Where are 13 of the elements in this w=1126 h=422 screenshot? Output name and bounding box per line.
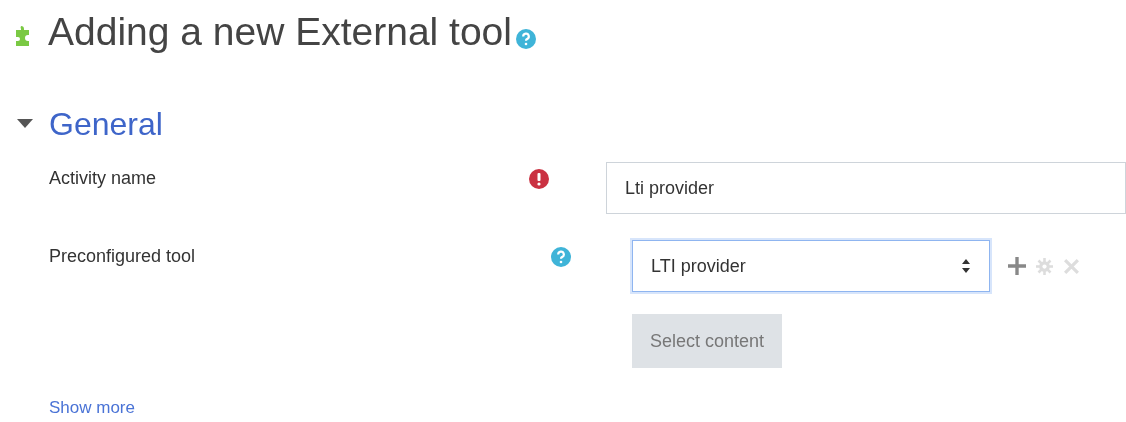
field-label: Activity name <box>48 167 158 189</box>
page-title: Adding a new External tool <box>48 10 512 54</box>
help-icon[interactable] <box>515 29 536 49</box>
section-title[interactable]: General <box>49 105 163 143</box>
help-icon[interactable] <box>551 247 571 267</box>
activity-name-field[interactable]: Lti provider <box>606 162 1126 214</box>
add-icon[interactable] <box>1008 257 1026 275</box>
show-more-link[interactable]: Show more <box>49 398 135 418</box>
caret-icon[interactable] <box>16 119 34 129</box>
dropdown-arrows-icon <box>961 258 971 274</box>
tool-select[interactable]: LTI provider <box>632 240 990 292</box>
required-icon <box>528 169 549 189</box>
field-label: Preconfigured tool <box>48 245 197 267</box>
